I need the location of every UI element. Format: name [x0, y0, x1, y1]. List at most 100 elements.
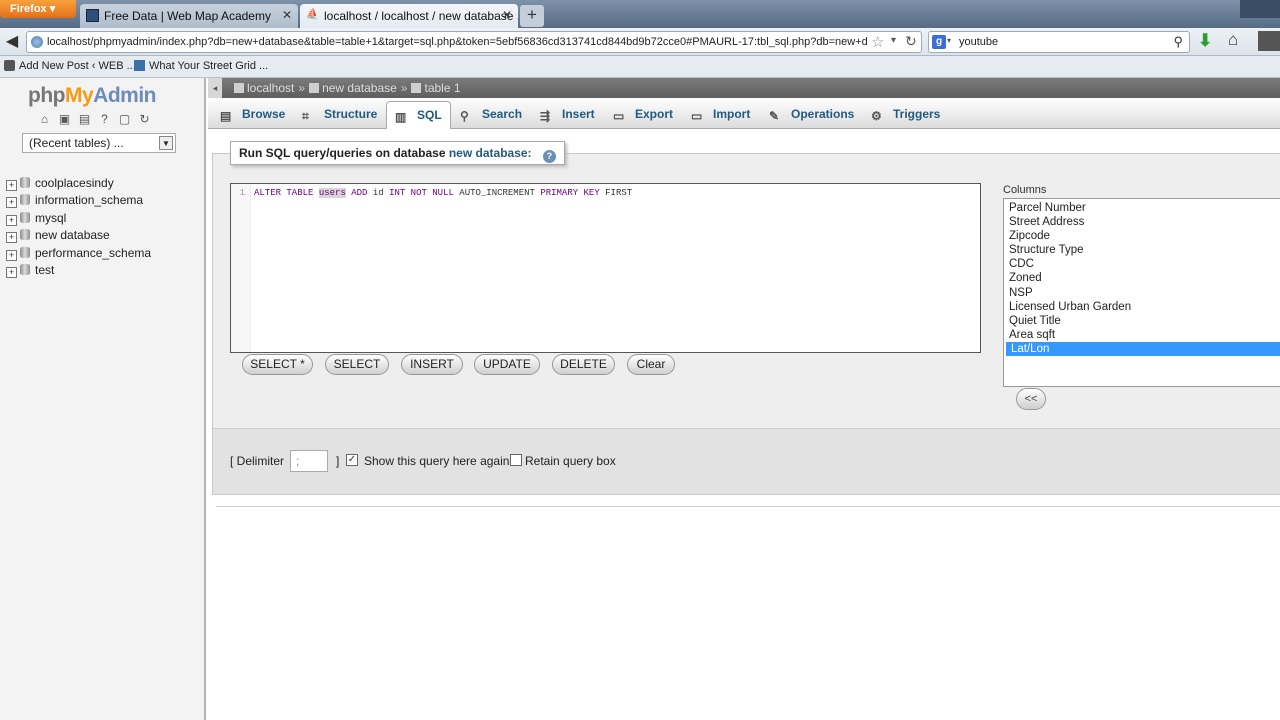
download-arrow-icon[interactable]: ⬇: [1198, 31, 1212, 51]
sql-token: FIRST: [605, 188, 633, 198]
sql-code[interactable]: ALTER TABLE users ADD id INT NOT NULL AU…: [254, 188, 632, 198]
db-item-performance-schema[interactable]: + performance_schema: [6, 246, 151, 263]
tab-structure[interactable]: ⌗ Structure: [302, 101, 377, 129]
select-star-button[interactable]: SELECT *: [242, 354, 313, 375]
column-option[interactable]: Street Address: [1004, 215, 1280, 229]
collapse-navigation-icon[interactable]: ◂: [208, 78, 222, 98]
tab-sql[interactable]: ▥ SQL: [386, 101, 451, 129]
logout-icon[interactable]: ▣: [58, 113, 71, 126]
clear-button[interactable]: Clear: [627, 354, 675, 375]
delimiter-input[interactable]: ;: [290, 450, 328, 472]
tab-operations[interactable]: ✎ Operations: [769, 101, 854, 129]
tab-label: Browse: [242, 107, 286, 121]
logo-php: php: [28, 84, 65, 107]
db-item-new-database[interactable]: + new database: [6, 228, 151, 245]
db-name[interactable]: new database: [35, 228, 110, 242]
insert-column-button[interactable]: <<: [1016, 388, 1046, 410]
reload-icon[interactable]: ↻: [138, 113, 151, 126]
home-icon[interactable]: ⌂: [1228, 30, 1238, 50]
tab-insert[interactable]: ⇶ Insert: [540, 101, 595, 129]
engine-dropdown-icon[interactable]: ▾: [947, 36, 951, 45]
search-bar[interactable]: g ▾ youtube ⚲: [928, 31, 1190, 53]
db-item-test[interactable]: + test: [6, 263, 151, 280]
db-item-mysql[interactable]: + mysql: [6, 211, 151, 228]
select-button[interactable]: SELECT: [325, 354, 389, 375]
expand-icon[interactable]: +: [6, 249, 17, 261]
bookmark-add-new-post[interactable]: Add New Post ‹ WEB ...: [4, 60, 136, 72]
recent-tables-select[interactable]: (Recent tables) ... ▼: [22, 133, 176, 153]
close-tab-icon[interactable]: ✕: [282, 8, 292, 22]
window-controls[interactable]: [1240, 0, 1280, 18]
sql-query-editor[interactable]: 1 ALTER TABLE users ADD id INT NOT NULL …: [230, 183, 981, 353]
column-option[interactable]: Zoned: [1004, 271, 1280, 285]
delete-button[interactable]: DELETE: [552, 354, 615, 375]
firefox-menu-button[interactable]: Firefox ▾: [0, 0, 76, 18]
url-bar[interactable]: localhost/phpmyadmin/index.php?db=new+da…: [26, 31, 922, 53]
bookmark-star-icon[interactable]: ☆: [871, 33, 884, 51]
db-name[interactable]: test: [35, 263, 54, 277]
column-option[interactable]: Parcel Number: [1004, 201, 1280, 215]
breadcrumb-database[interactable]: new database: [322, 81, 397, 95]
column-option[interactable]: Licensed Urban Garden: [1004, 300, 1280, 314]
browser-tab-phpmyadmin[interactable]: ⛵ localhost / localhost / new database .…: [300, 4, 518, 28]
sql-token: ALTER TABLE: [254, 188, 314, 198]
toolbar-menu[interactable]: [1258, 31, 1280, 51]
database-icon: [20, 229, 30, 241]
documentation-icon[interactable]: ▢: [118, 113, 131, 126]
search-icon[interactable]: ⚲: [1173, 34, 1183, 50]
sql-token: INT NOT NULL: [389, 188, 454, 198]
retain-query-box-label[interactable]: Retain query box: [525, 454, 616, 468]
column-option[interactable]: CDC: [1004, 257, 1280, 271]
legend-database-link[interactable]: new database:: [449, 146, 532, 160]
db-name[interactable]: performance_schema: [35, 246, 151, 260]
tab-triggers[interactable]: ⚙ Triggers: [871, 101, 940, 129]
expand-icon[interactable]: +: [6, 266, 17, 278]
tab-search[interactable]: ⚲ Search: [460, 101, 522, 129]
breadcrumb-table[interactable]: table 1: [424, 81, 460, 95]
column-option[interactable]: Area sqft: [1004, 328, 1280, 342]
column-option[interactable]: NSP: [1004, 286, 1280, 300]
retain-query-box-checkbox[interactable]: [510, 454, 522, 466]
chevron-down-icon[interactable]: ▼: [159, 136, 173, 150]
google-icon[interactable]: g: [932, 35, 946, 49]
new-tab-button[interactable]: +: [520, 5, 544, 27]
show-query-again-checkbox[interactable]: ✓: [346, 454, 358, 466]
phpmyadmin-logo[interactable]: phpMyAdmin: [28, 84, 156, 108]
expand-icon[interactable]: +: [6, 180, 17, 191]
structure-icon: ⌗: [302, 109, 309, 123]
db-item-information-schema[interactable]: + information_schema: [6, 193, 151, 210]
help-icon[interactable]: ?: [542, 150, 556, 163]
docs-icon[interactable]: ?: [98, 113, 111, 126]
tab-export[interactable]: ▭ Export: [613, 101, 673, 129]
column-option[interactable]: Quiet Title: [1004, 314, 1280, 328]
breadcrumb-server[interactable]: localhost: [247, 81, 294, 95]
browser-tab-free-data[interactable]: Free Data | Web Map Academy ✕: [80, 4, 298, 28]
tab-browse[interactable]: ▤ Browse: [220, 101, 285, 129]
db-name[interactable]: coolplacesindy: [35, 176, 114, 190]
url-text[interactable]: localhost/phpmyadmin/index.php?db=new+da…: [47, 36, 867, 48]
column-option-selected[interactable]: Lat/Lon: [1006, 341, 1280, 357]
column-option[interactable]: Zipcode: [1004, 229, 1280, 243]
db-name[interactable]: mysql: [35, 211, 66, 225]
columns-label: Columns: [1003, 184, 1047, 196]
columns-listbox[interactable]: Parcel Number Street Address Zipcode Str…: [1003, 198, 1280, 387]
db-name[interactable]: information_schema: [35, 193, 143, 207]
insert-button[interactable]: INSERT: [401, 354, 463, 375]
update-button[interactable]: UPDATE: [474, 354, 540, 375]
expand-icon[interactable]: +: [6, 214, 17, 226]
column-option[interactable]: Structure Type: [1004, 243, 1280, 257]
bookmark-street-grid[interactable]: What Your Street Grid ...: [134, 60, 268, 72]
search-input[interactable]: youtube: [959, 36, 998, 48]
tab-import[interactable]: ▭ Import: [691, 101, 750, 129]
query-window-icon[interactable]: ▤: [78, 113, 91, 126]
close-tab-icon[interactable]: ✕: [502, 8, 512, 22]
expand-icon[interactable]: +: [6, 197, 17, 209]
url-history-dropdown-icon[interactable]: ▾: [891, 35, 896, 46]
expand-icon[interactable]: +: [6, 232, 17, 244]
home-icon[interactable]: ⌂: [38, 113, 51, 126]
db-item-coolplacesindy[interactable]: + coolplacesindy: [6, 176, 151, 193]
reload-icon[interactable]: ↻: [905, 33, 917, 50]
show-query-again-label[interactable]: Show this query here again: [364, 454, 509, 468]
server-icon: [234, 83, 244, 93]
back-arrow-icon[interactable]: ◀: [2, 32, 22, 52]
